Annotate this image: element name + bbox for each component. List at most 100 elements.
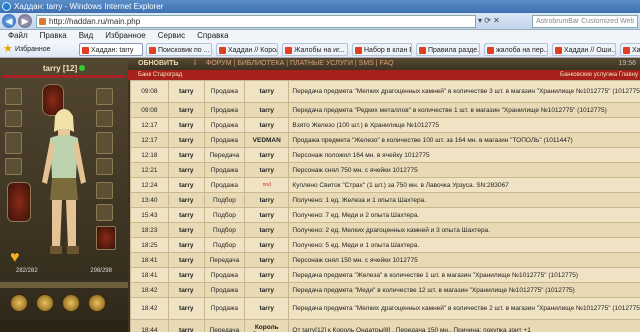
menu-item[interactable]: Правка (36, 30, 71, 41)
log-partner[interactable]: tarry (244, 162, 290, 178)
equip-slot-armor[interactable] (7, 182, 31, 222)
log-user[interactable]: tarry (167, 237, 205, 253)
log-partner[interactable]: tarry (244, 102, 290, 118)
browser-tab[interactable]: Хаддан // Оши... (552, 43, 616, 56)
log-row: 12:24 tarry Продажа nnd Куплено Свиток "Стра… (130, 177, 640, 193)
log-partner[interactable]: tarry (244, 207, 290, 223)
tab-favicon-icon (623, 47, 630, 54)
browser-tab[interactable]: Хаддан: tarry (79, 43, 143, 56)
log-description: Персонаж положил 164 мн. в ячейку 101277… (288, 147, 640, 163)
log-user[interactable]: tarry (167, 297, 205, 320)
equip-slot-ring[interactable] (5, 110, 22, 127)
log-partner[interactable]: tarry (244, 222, 290, 238)
log-action: Продажа (203, 117, 246, 133)
browser-tab[interactable]: Поисковик по ... (146, 43, 212, 56)
log-partner[interactable]: tarry (244, 147, 290, 163)
menu-item[interactable]: Избранное (101, 30, 150, 41)
log-partner[interactable]: tarry (244, 282, 290, 298)
back-arrow-icon[interactable]: ◀ (2, 14, 16, 28)
forward-arrow-icon[interactable]: ▶ (18, 14, 32, 28)
menu-item[interactable]: Файл (4, 30, 32, 41)
favorites-button[interactable]: ★ Избранное (2, 43, 50, 56)
log-partner[interactable]: Король Ондатры (244, 319, 290, 332)
menu-item[interactable]: Сервис (154, 30, 189, 41)
menu-item[interactable]: Вид (75, 30, 97, 41)
log-row: 12:17 tarry Продажа VEDMAN Продажа предмета … (130, 132, 640, 148)
refresh-stop-controls[interactable]: ▾ ⟳ ✕ (478, 15, 528, 28)
game-top-nav: ОБНОВИТЬ ⇩ ФОРУМ | БИБЛИОТЕКА | ПЛАТНЫЕ … (128, 58, 640, 70)
search-input[interactable]: AstrobrumBar Customized Web Se (532, 15, 638, 28)
log-partner[interactable]: nnd (244, 177, 290, 193)
log-action: Передача (203, 252, 246, 268)
equip-slot-cloak[interactable] (96, 226, 116, 250)
tab-label: Хаддан // Корол... (228, 47, 277, 54)
log-partner[interactable]: tarry (244, 117, 290, 133)
log-user[interactable]: tarry (167, 102, 205, 118)
browser-tab[interactable]: жалоба на пер... (484, 43, 548, 56)
browser-tab[interactable]: Хаддан // Корол... (216, 43, 278, 56)
action-button-2[interactable] (36, 294, 54, 312)
refresh-button[interactable]: ОБНОВИТЬ (138, 58, 178, 70)
equip-slot-gloves[interactable] (5, 158, 22, 175)
url-field[interactable]: http://haddan.ru/main.php (36, 15, 476, 28)
site-favicon-icon (39, 18, 46, 25)
home-link[interactable]: на Главну (610, 70, 638, 80)
log-description: Персонаж снял 150 мн. с ячейки 1012775 (288, 252, 640, 268)
log-time: 12:21 (130, 162, 169, 178)
log-user[interactable]: tarry (167, 117, 205, 133)
log-user[interactable]: tarry (167, 147, 205, 163)
log-user[interactable]: tarry (167, 319, 205, 332)
log-partner[interactable]: tarry (244, 252, 290, 268)
heart-icon[interactable]: ♥ (10, 250, 20, 266)
log-description: Передача предмета "Мелких драгоценных ка… (288, 297, 640, 320)
equip-slot-boots[interactable] (96, 204, 113, 221)
browser-tab[interactable]: Жалобы на иг... (282, 43, 348, 56)
menu-item[interactable]: Справка (193, 30, 232, 41)
log-action: Продажа (203, 132, 246, 148)
browser-tab[interactable]: Хаддан // Форум... (620, 43, 640, 56)
tab-label: Жалобы на иг... (294, 47, 345, 54)
url-text: http://haddan.ru/main.php (49, 17, 141, 26)
browser-tab[interactable]: Правила разде... (416, 43, 480, 56)
log-user[interactable]: tarry (167, 162, 205, 178)
tab-label: Хаддан // Форум... (632, 47, 640, 54)
server-time: 19:56 (618, 60, 636, 67)
log-partner[interactable]: tarry (244, 267, 290, 283)
equip-slot-weapon[interactable] (5, 132, 22, 154)
log-partner[interactable]: tarry (244, 297, 290, 320)
log-user[interactable]: tarry (167, 80, 205, 103)
nav-links[interactable]: ФОРУМ | БИБЛИОТЕКА | ПЛАТНЫЕ УСЛУГИ | SM… (206, 58, 394, 70)
log-partner[interactable]: tarry (244, 237, 290, 253)
equip-slot-earring[interactable] (96, 88, 113, 105)
log-user[interactable]: tarry (167, 267, 205, 283)
equip-slot-pants[interactable] (96, 182, 113, 199)
log-action: Передача (203, 147, 246, 163)
equip-slot-bracers[interactable] (96, 158, 113, 175)
log-row: 09:08 tarry Продажа tarry Передача предмета … (130, 102, 640, 118)
log-user[interactable]: tarry (167, 252, 205, 268)
log-partner[interactable]: tarry (244, 192, 290, 208)
action-button-4[interactable] (88, 294, 106, 312)
log-description: Передача предмета "Меди" в количестве 12… (288, 282, 640, 298)
action-button-3[interactable] (62, 294, 80, 312)
equip-slot-shield[interactable] (96, 132, 113, 154)
log-partner[interactable]: tarry (244, 80, 290, 103)
equip-slot-amulet[interactable] (5, 88, 22, 105)
log-time: 15:43 (130, 207, 169, 223)
log-user[interactable]: tarry (167, 192, 205, 208)
log-user[interactable]: tarry (167, 177, 205, 193)
log-user[interactable]: tarry (167, 282, 205, 298)
log-description: Получено: 1 ед. Железа и 1 опыта Шахтера… (288, 192, 640, 208)
log-user[interactable]: tarry (167, 207, 205, 223)
browser-tab[interactable]: Набор в клан Б... (352, 43, 412, 56)
log-action: Продажа (203, 282, 246, 298)
nav-separator-icon: ⇩ (192, 60, 198, 67)
equip-slot-belt[interactable] (96, 110, 113, 127)
log-user[interactable]: tarry (167, 222, 205, 238)
tab-favicon-icon (285, 47, 292, 54)
tab-favicon-icon (555, 47, 562, 54)
online-status-icon (79, 65, 86, 71)
log-user[interactable]: tarry (167, 132, 205, 148)
action-button-1[interactable] (10, 294, 28, 312)
log-partner[interactable]: VEDMAN (244, 132, 290, 148)
